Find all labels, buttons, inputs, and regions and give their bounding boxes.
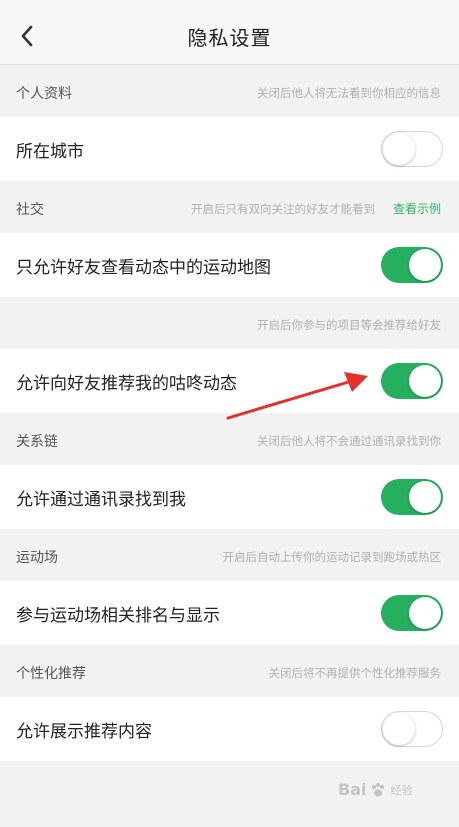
watermark-sub-text: 经验 [390,783,413,797]
annotation-arrow-icon [226,372,368,420]
watermark-logo-text: Bai [338,780,367,799]
baidu-watermark: Bai 经验 [338,780,412,799]
paw-icon [372,782,385,796]
